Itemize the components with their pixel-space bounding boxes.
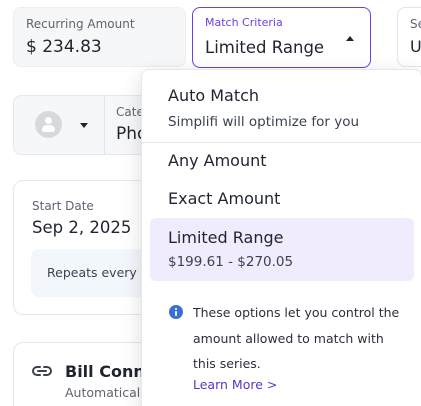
- chevron-down-icon[interactable]: [80, 123, 88, 128]
- option-label: Exact Amount: [168, 189, 281, 208]
- divider: [104, 96, 105, 154]
- recurring-amount-field[interactable]: Recurring Amount $ 234.83: [13, 7, 186, 67]
- option-label: Auto Match: [168, 86, 260, 105]
- option-any-amount[interactable]: Any Amount: [150, 144, 414, 180]
- option-label: Any Amount: [168, 151, 267, 170]
- person-avatar-icon[interactable]: [35, 111, 62, 138]
- start-date-label: Start Date: [32, 199, 94, 213]
- option-description: Simplifi will optimize for you: [168, 114, 360, 130]
- repeat-text: Repeats every m: [47, 265, 153, 280]
- info-icon: [169, 305, 183, 319]
- match-criteria-dropdown: Auto Match Simplifi will optimize for yo…: [141, 69, 421, 406]
- recurring-amount-label: Recurring Amount: [26, 17, 135, 31]
- menu-divider: [142, 142, 421, 143]
- option-label: Limited Range: [168, 228, 284, 247]
- option-exact-amount[interactable]: Exact Amount: [150, 182, 414, 218]
- series-value: U: [410, 37, 421, 56]
- match-criteria-label: Match Criteria: [205, 16, 283, 29]
- recurring-amount-value: $ 234.83: [26, 37, 102, 57]
- series-field[interactable]: Se U: [397, 7, 421, 67]
- option-range-value: $199.61 - $270.05: [168, 254, 294, 270]
- match-criteria-value: Limited Range: [205, 38, 325, 57]
- option-limited-range[interactable]: Limited Range $199.61 - $270.05: [150, 218, 414, 281]
- option-auto-match[interactable]: Auto Match Simplifi will optimize for yo…: [150, 80, 414, 142]
- info-text: These options let you control the amount…: [193, 305, 400, 371]
- start-date-value[interactable]: Sep 2, 2025: [32, 218, 131, 237]
- series-label: Se: [410, 17, 421, 31]
- link-icon: [32, 366, 52, 376]
- learn-more-link[interactable]: Learn More >: [193, 377, 277, 392]
- category-label: Cate: [116, 105, 144, 119]
- match-criteria-select[interactable]: Match Criteria Limited Range: [192, 7, 371, 68]
- caret-up-icon[interactable]: [346, 36, 354, 41]
- bill-connect-subtitle: Automatically: [65, 385, 152, 400]
